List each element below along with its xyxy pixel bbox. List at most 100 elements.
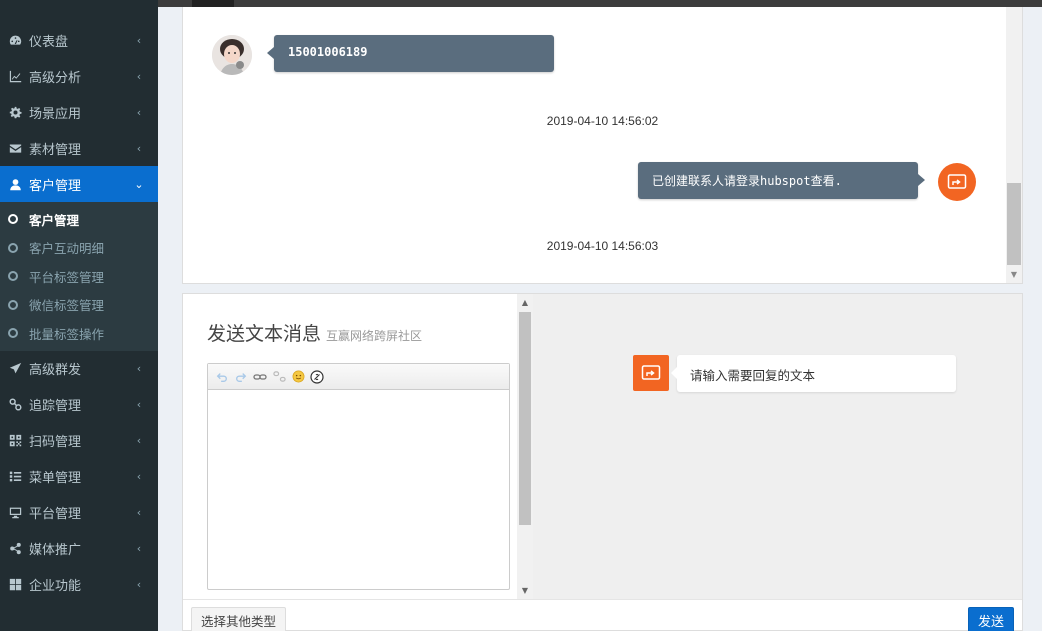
sidebar-item-label: 菜单管理: [29, 471, 82, 486]
list-icon: [8, 470, 22, 484]
sidebar-item-platform[interactable]: 平台管理 ‹: [0, 495, 158, 531]
sidebar-item-media-promo[interactable]: 媒体推广 ‹: [0, 531, 158, 567]
unlink-icon[interactable]: [272, 370, 286, 384]
editor-toolbar: [208, 364, 509, 390]
sidebar-item-label: 追踪管理: [29, 399, 82, 414]
chevron-left-icon: ‹: [136, 105, 142, 119]
chevron-left-icon: ‹: [136, 434, 142, 447]
emoji-icon[interactable]: [291, 370, 305, 384]
chat-history: 15001006189 2019-04-10 14:56:02 已创建联系人请登…: [182, 7, 1023, 284]
sidebar-item-scenario-apps[interactable]: 场景应用 ‹: [0, 94, 158, 130]
sidebar-item-qrcode[interactable]: 扫码管理 ‹: [0, 423, 158, 459]
submenu-item-interaction-details[interactable]: 客户互动明细: [0, 234, 158, 263]
editor-scrollbar[interactable]: ▲ ▼: [517, 294, 533, 599]
link-icon[interactable]: [253, 370, 267, 384]
scrollbar-thumb[interactable]: [519, 312, 531, 525]
chevron-left-icon: ‹: [136, 69, 142, 83]
qrcode-icon: [8, 434, 22, 448]
top-tab[interactable]: [192, 0, 234, 7]
chevron-left-icon: ‹: [136, 542, 142, 555]
chevron-down-icon: ⌄: [134, 177, 144, 191]
composer-editor-pane: 发送文本消息 互赢网络跨屏社区: [183, 294, 517, 599]
chevron-left-icon: ‹: [136, 578, 142, 591]
composer-subtitle: 互赢网络跨屏社区: [326, 329, 423, 343]
submenu-item-label: 平台标签管理: [29, 269, 105, 285]
sidebar-item-mass-send[interactable]: 高级群发 ‹: [0, 351, 158, 387]
undo-icon[interactable]: [215, 370, 229, 384]
desktop-icon: [8, 506, 22, 520]
submenu-item-wechat-tags[interactable]: 微信标签管理: [0, 291, 158, 320]
line-chart-icon: [8, 69, 22, 83]
chevron-left-icon: ‹: [136, 141, 142, 155]
composer-title-text: 发送文本消息: [207, 324, 322, 345]
circle-icon: [8, 299, 18, 310]
circle-icon: [8, 328, 18, 339]
bot-avatar: [633, 355, 669, 391]
screen-share-icon: [641, 365, 661, 380]
scroll-down-arrow-icon[interactable]: ▼: [1006, 270, 1022, 279]
top-bar: [158, 0, 1042, 7]
sidebar-item-label: 媒体推广: [29, 543, 82, 558]
sidebar: 仪表盘 ‹ 高级分析 ‹ 场景应用 ‹ 素材管理 ‹ 客户管理 ⌄ 客户管理 客…: [0, 0, 158, 631]
chat-scrollbar[interactable]: ▼: [1006, 7, 1022, 283]
bot-avatar: [938, 163, 976, 201]
sidebar-item-customers[interactable]: 客户管理 ⌄: [0, 166, 158, 202]
anchor-icon[interactable]: [310, 369, 324, 384]
submenu-item-platform-tags[interactable]: 平台标签管理: [0, 262, 158, 291]
sidebar-item-enterprise[interactable]: 企业功能 ‹: [0, 567, 158, 603]
composer-footer: 选择其他类型 发送: [183, 599, 1022, 631]
scroll-down-arrow-icon[interactable]: ▼: [517, 586, 533, 595]
submenu-item-label: 批量标签操作: [29, 326, 105, 342]
redo-icon[interactable]: [234, 370, 248, 384]
submenu-item-customer-management[interactable]: 客户管理: [0, 205, 158, 234]
submenu-item-label: 微信标签管理: [29, 298, 105, 314]
submenu-item-batch-tags[interactable]: 批量标签操作: [0, 319, 158, 348]
sidebar-item-materials[interactable]: 素材管理 ‹: [0, 130, 158, 166]
user-avatar: [212, 35, 252, 75]
sidebar-item-label: 仪表盘: [29, 34, 69, 50]
screen-share-icon: [947, 174, 967, 189]
sidebar-item-label: 素材管理: [29, 142, 82, 158]
message-timestamp: 2019-04-10 14:56:02: [546, 114, 659, 128]
dashboard-icon: [8, 33, 22, 47]
sidebar-item-label: 高级分析: [29, 70, 82, 86]
sidebar-item-label: 场景应用: [29, 106, 82, 122]
sidebar-item-label: 客户管理: [29, 178, 82, 194]
chevron-left-icon: ‹: [136, 506, 142, 519]
sidebar-item-label: 高级群发: [29, 363, 82, 378]
envelope-icon: [8, 141, 22, 155]
chevron-left-icon: ‹: [136, 362, 142, 375]
message-timestamp: 2019-04-10 14:56:03: [546, 239, 659, 253]
sidebar-item-label: 扫码管理: [29, 435, 82, 450]
scroll-up-arrow-icon[interactable]: ▲: [517, 298, 533, 307]
bot-message-bubble: 已创建联系人请登录hubspot查看.: [638, 162, 925, 199]
message-composer: 发送文本消息 互赢网络跨屏社区 ▲ ▼ 请输入需要回复的文本 选择其他类型 发送: [182, 293, 1023, 631]
circle-icon: [8, 271, 18, 282]
circle-icon: [8, 242, 18, 253]
composer-title: 发送文本消息 互赢网络跨屏社区: [207, 319, 422, 346]
paper-plane-icon: [8, 362, 22, 376]
chevron-left-icon: ‹: [136, 33, 142, 47]
user-icon: [8, 177, 22, 191]
share-icon: [8, 542, 22, 556]
sidebar-item-menu[interactable]: 菜单管理 ‹: [0, 459, 158, 495]
gear-icon: [8, 105, 22, 119]
sidebar-item-label: 平台管理: [29, 507, 82, 522]
text-editor[interactable]: [207, 363, 510, 590]
select-other-type-button[interactable]: 选择其他类型: [191, 607, 287, 631]
scrollbar-thumb[interactable]: [1007, 183, 1021, 265]
sidebar-item-advanced-analysis[interactable]: 高级分析 ‹: [0, 58, 158, 94]
sidebar-item-dashboard[interactable]: 仪表盘 ‹: [0, 22, 158, 58]
preview-bubble: 请输入需要回复的文本: [671, 355, 956, 392]
link-icon: [8, 398, 22, 412]
customers-submenu: 客户管理 客户互动明细 平台标签管理 微信标签管理 批量标签操作: [0, 202, 158, 351]
chevron-left-icon: ‹: [136, 398, 142, 411]
sidebar-item-tracking[interactable]: 追踪管理 ‹: [0, 387, 158, 423]
submenu-item-label: 客户互动明细: [29, 241, 105, 257]
submenu-item-label: 客户管理: [29, 212, 80, 228]
user-message-bubble: 15001006189: [267, 35, 554, 72]
message-preview: 请输入需要回复的文本: [533, 294, 1022, 599]
send-button[interactable]: 发送: [968, 607, 1014, 631]
grid-icon: [8, 578, 22, 592]
chevron-left-icon: ‹: [136, 470, 142, 483]
